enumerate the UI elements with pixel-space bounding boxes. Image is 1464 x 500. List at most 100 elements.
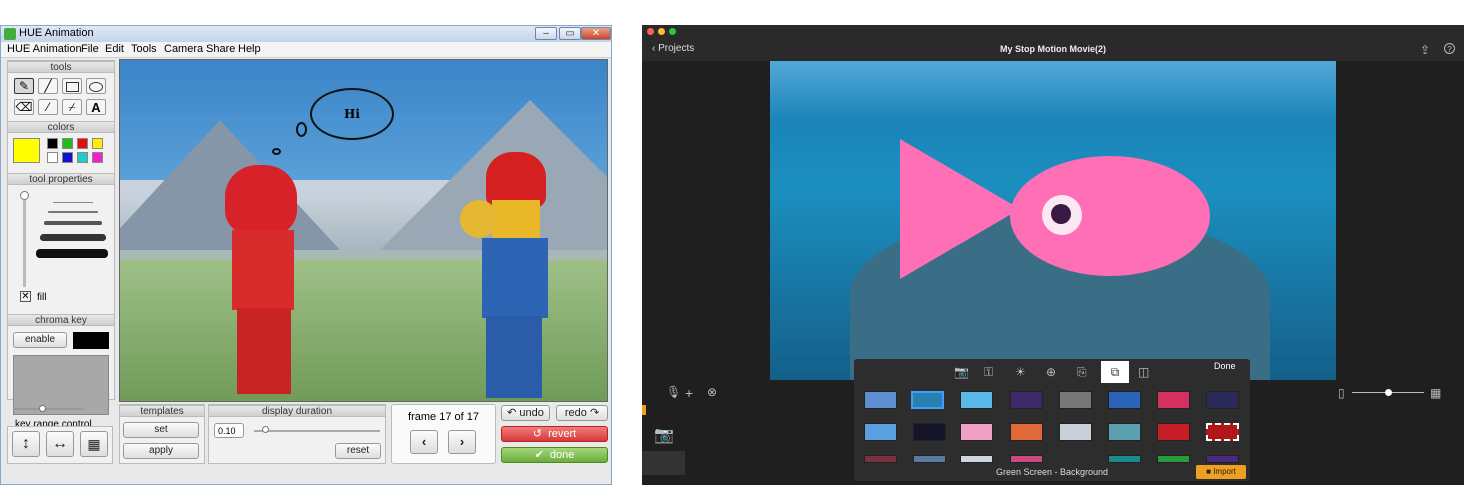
clear-icon[interactable]: ⊗ [707, 385, 717, 399]
line-width-option[interactable] [40, 234, 106, 241]
camera-icon[interactable]: 📷 [954, 365, 969, 379]
split-icon[interactable]: ◫ [1138, 365, 1149, 379]
background-thumbnail[interactable] [1206, 455, 1239, 463]
revert-button[interactable]: ↺ revert [501, 426, 608, 442]
line-width-option[interactable] [48, 211, 98, 213]
duration-slider-thumb[interactable] [262, 426, 269, 433]
next-frame-button[interactable]: › [448, 430, 476, 454]
selected-color-swatch[interactable] [13, 138, 40, 163]
eyedropper-icon[interactable]: ⌿ [62, 99, 82, 115]
done-button[interactable]: ✔ done [501, 447, 608, 463]
size-slider-track[interactable] [23, 191, 26, 287]
background-thumbnail-selected[interactable] [911, 391, 944, 409]
apply-template-button[interactable]: apply [123, 443, 199, 459]
share-icon[interactable]: ⇪ [1420, 43, 1430, 57]
background-thumbnail[interactable] [960, 391, 993, 409]
text-icon[interactable]: A [86, 99, 106, 115]
background-thumbnail[interactable] [1157, 423, 1190, 441]
menu-edit[interactable]: Edit [105, 43, 124, 55]
background-thumbnail[interactable] [1157, 455, 1190, 463]
line-icon[interactable]: ╱ [38, 78, 58, 94]
size-slider-thumb[interactable] [20, 191, 29, 200]
background-thumbnail[interactable] [1108, 455, 1141, 463]
large-frames-icon[interactable]: ▦ [1430, 386, 1441, 400]
close-dot-icon[interactable] [647, 28, 654, 35]
line-width-option[interactable] [36, 249, 108, 258]
background-thumbnail[interactable] [1206, 423, 1239, 441]
overlay-icon[interactable]: ⧉ [1101, 361, 1129, 383]
line-width-option[interactable] [53, 202, 93, 203]
menu-camera[interactable]: Camera [164, 43, 203, 55]
camera-preview[interactable] [770, 61, 1336, 380]
background-thumbnail[interactable] [1010, 423, 1043, 441]
key-range-thumb[interactable] [39, 405, 46, 412]
background-thumbnail[interactable] [1059, 391, 1092, 409]
rectangle-icon[interactable] [62, 78, 82, 94]
background-thumbnail[interactable] [1010, 455, 1043, 463]
key-icon[interactable]: ⚿ [984, 365, 993, 380]
move-horizontal-icon[interactable]: ↔ [46, 431, 74, 457]
playhead-marker[interactable] [642, 405, 646, 415]
duration-slider[interactable] [254, 430, 380, 432]
undo-button[interactable]: ↶ undo [501, 405, 550, 421]
import-frame-icon[interactable]: ⎘ [1077, 365, 1087, 380]
background-thumbnail[interactable] [1059, 423, 1092, 441]
animation-canvas[interactable]: Hi [119, 59, 608, 402]
color-swatch[interactable] [47, 152, 58, 163]
previous-frame-button[interactable]: ‹ [410, 430, 438, 454]
line-width-option[interactable] [44, 221, 102, 225]
background-thumbnail[interactable] [864, 455, 897, 463]
minimize-button[interactable]: – [535, 27, 557, 40]
import-button[interactable]: ■ Import [1196, 465, 1246, 479]
microphone-icon[interactable]: 🎙 [666, 385, 681, 399]
menu-file[interactable]: File [81, 43, 99, 55]
color-swatch[interactable] [47, 138, 58, 149]
chroma-color-swatch[interactable] [73, 332, 109, 349]
background-thumbnail[interactable] [960, 423, 993, 441]
fill-checkbox[interactable]: ✕ [20, 291, 31, 302]
menu-tools[interactable]: Tools [131, 43, 157, 55]
grid-icon[interactable]: ▦ [80, 431, 108, 457]
background-thumbnail[interactable] [960, 455, 993, 463]
color-swatch[interactable] [92, 152, 103, 163]
ellipse-icon[interactable] [86, 78, 106, 94]
zoom-icon[interactable]: ⊕ [1046, 365, 1056, 379]
background-thumbnail[interactable] [1157, 391, 1190, 409]
menu-help[interactable]: Help [238, 43, 261, 55]
background-thumbnail[interactable] [1108, 423, 1141, 441]
add-icon[interactable]: + [685, 385, 693, 401]
background-thumbnail[interactable] [913, 423, 946, 441]
close-button[interactable]: ✕ [581, 27, 611, 40]
move-vertical-icon[interactable]: ↕ [12, 431, 40, 457]
menu-hue-animation[interactable]: HUE Animation [7, 43, 82, 55]
menu-share[interactable]: Share [206, 43, 235, 55]
duration-input[interactable]: 0.10 [214, 423, 244, 438]
key-range-slider[interactable] [13, 408, 83, 410]
background-thumbnail[interactable] [1108, 391, 1141, 409]
maximize-button[interactable]: ▭ [559, 27, 581, 40]
magic-wand-icon[interactable]: ⁄ [38, 99, 58, 115]
color-swatch[interactable] [62, 138, 73, 149]
help-icon[interactable]: ? [1444, 43, 1455, 54]
brightness-icon[interactable]: ☀ [1015, 365, 1026, 379]
thumbnail-size-thumb[interactable] [1385, 389, 1392, 396]
pencil-icon[interactable]: ✎ [14, 78, 34, 94]
zoom-dot-icon[interactable] [669, 28, 676, 35]
set-template-button[interactable]: set [123, 422, 199, 438]
background-thumbnail[interactable] [1010, 391, 1043, 409]
background-thumbnail[interactable] [864, 391, 897, 409]
small-frames-icon[interactable]: ▯ [1338, 386, 1345, 400]
background-thumbnail[interactable] [913, 455, 946, 463]
color-swatch[interactable] [62, 152, 73, 163]
done-button[interactable]: Done [1214, 361, 1236, 371]
color-swatch[interactable] [77, 138, 88, 149]
color-swatch[interactable] [77, 152, 88, 163]
camera-icon[interactable]: 📷 [654, 425, 674, 445]
minimize-dot-icon[interactable] [658, 28, 665, 35]
reset-button[interactable]: reset [335, 443, 381, 459]
redo-button[interactable]: redo ↷ [556, 405, 608, 421]
background-thumbnail[interactable] [864, 423, 897, 441]
background-thumbnail[interactable] [1206, 391, 1239, 409]
enable-chroma-button[interactable]: enable [13, 332, 67, 348]
eraser-icon[interactable]: ⌫ [14, 99, 34, 115]
